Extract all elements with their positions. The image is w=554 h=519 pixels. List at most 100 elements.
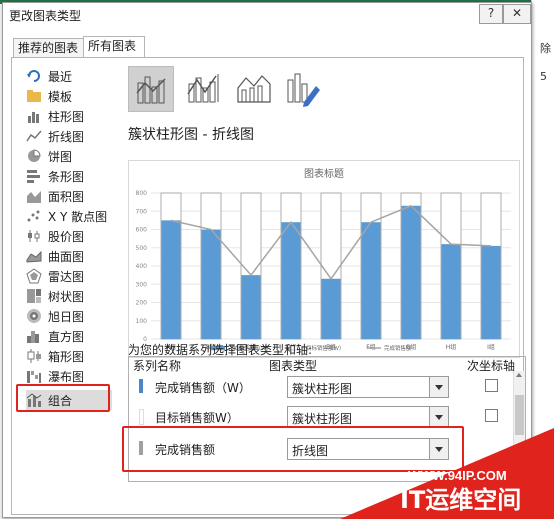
- chart-type-label: 股价图: [48, 230, 85, 244]
- y-tick-label: 700: [136, 208, 148, 215]
- box-chart-icon: [27, 349, 41, 363]
- secondary-axis-checkbox[interactable]: [485, 409, 498, 422]
- treemap-chart-icon: [27, 289, 41, 303]
- custom-combination-thumb[interactable]: [280, 66, 324, 110]
- chart-type-item-waterfall-chart[interactable]: 瀑布图: [26, 366, 112, 386]
- stock-chart-icon: [28, 230, 40, 242]
- histogram-chart-icon: [27, 331, 39, 343]
- scatter-chart-icon: [27, 210, 40, 222]
- recent-icon: [27, 70, 40, 82]
- scroll-up-icon[interactable]: [516, 373, 522, 377]
- y-tick-label: 600: [136, 227, 148, 234]
- sunburst-chart-icon: [27, 309, 41, 323]
- chart-type-item-pie-chart[interactable]: 饼图: [26, 146, 112, 166]
- surface-chart-icon: [26, 250, 42, 263]
- chart-preview: 图表标题0100200300400500600700800A组B组C组D组E组F…: [128, 160, 520, 358]
- chart-type-item-sunburst-chart[interactable]: 旭日图: [26, 306, 112, 326]
- chart-type-item-area-chart[interactable]: 面积图: [26, 186, 112, 206]
- chart-type-label: 箱形图: [48, 350, 85, 364]
- help-button[interactable]: ?: [479, 4, 503, 24]
- completed-bar: [201, 229, 221, 339]
- chart-type-item-radar-chart[interactable]: 雷达图: [26, 266, 112, 286]
- chart-type-label: 最近: [48, 70, 73, 84]
- chart-type-item-column-chart[interactable]: 柱形图: [26, 106, 112, 126]
- watermark-brand: IT运维空间: [400, 486, 521, 514]
- chart-type-item-stock-chart[interactable]: 股价图: [26, 226, 112, 246]
- chart-type-label: X Y 散点图: [48, 210, 108, 224]
- sheet-cell-text: 除: [540, 42, 551, 55]
- watermark: WWW.94IP.COM IT运维空间: [340, 428, 554, 519]
- x-tick-label: H组: [446, 343, 457, 351]
- clustered-column-line-icon: [136, 76, 166, 104]
- chart-type-label: 柱形图: [48, 110, 85, 124]
- chart-type-item-line-chart[interactable]: 折线图: [26, 126, 112, 146]
- dialog-title: 更改图表类型: [9, 9, 82, 23]
- series-color-swatch: [139, 409, 144, 425]
- series-row: 完成销售额（W） 簇状柱形图: [129, 373, 509, 401]
- column-line-secondary-icon: [187, 74, 219, 103]
- chart-type-select[interactable]: 簇状柱形图: [287, 406, 449, 428]
- legend-label: 完成销售额: [384, 344, 412, 352]
- chart-type-item-scatter-chart[interactable]: X Y 散点图: [26, 206, 112, 226]
- chart-type-item-recent[interactable]: 最近: [26, 66, 112, 86]
- chart-type-item-surface-chart[interactable]: 曲面图: [26, 246, 112, 266]
- chart-type-value: 簇状柱形图: [292, 382, 353, 396]
- header-series-name: 系列名称: [133, 359, 182, 373]
- chart-title: 图表标题: [304, 167, 344, 180]
- secondary-axis-checkbox[interactable]: [485, 379, 498, 392]
- completed-bar: [401, 205, 421, 339]
- chart-type-label: 面积图: [48, 190, 85, 204]
- chart-type-label: 折线图: [48, 130, 85, 144]
- chart-preview-svg: 图表标题0100200300400500600700800A组B组C组D组E组F…: [136, 167, 511, 352]
- column-line-secondary-axis-thumb[interactable]: [180, 66, 224, 110]
- chart-type-item-bar-chart[interactable]: 条形图: [26, 166, 112, 186]
- dialog-titlebar: 更改图表类型 ? ✕: [3, 3, 531, 25]
- chevron-down-icon[interactable]: [429, 407, 448, 427]
- chart-type-item-box-chart[interactable]: 箱形图: [26, 346, 112, 366]
- completed-bar: [441, 244, 461, 339]
- combo-highlight-box: [16, 384, 110, 412]
- chart-type-label: 饼图: [48, 150, 73, 164]
- stacked-area-column-thumb[interactable]: [232, 66, 276, 110]
- line-chart-icon: [26, 130, 42, 142]
- area-column-icon: [237, 75, 271, 103]
- chart-type-label: 曲面图: [48, 250, 85, 264]
- folder-icon: [27, 90, 41, 102]
- completed-bar: [161, 220, 181, 339]
- close-button[interactable]: ✕: [503, 4, 531, 24]
- completed-bar: [481, 245, 501, 339]
- waterfall-chart-icon: [27, 371, 41, 383]
- custom-combo-pencil-icon: [287, 73, 320, 107]
- chart-type-label: 条形图: [48, 170, 85, 184]
- area-chart-icon: [27, 191, 41, 203]
- column-chart-icon: [28, 112, 39, 123]
- y-tick-label: 300: [136, 281, 148, 288]
- completed-bar: [361, 222, 381, 339]
- chart-type-item-histogram-chart[interactable]: 直方图: [26, 326, 112, 346]
- y-tick-label: 500: [136, 245, 148, 252]
- tab-all-charts[interactable]: 所有图表: [83, 36, 145, 58]
- chart-type-value: 簇状柱形图: [292, 412, 353, 426]
- chart-type-label: 雷达图: [48, 270, 85, 284]
- completed-bar: [241, 275, 261, 339]
- chart-type-label: 直方图: [48, 330, 85, 344]
- tab-recommended-charts[interactable]: 推荐的图表: [13, 38, 85, 58]
- header-secondary-axis: 次坐标轴: [467, 359, 516, 373]
- chart-type-select[interactable]: 簇状柱形图: [287, 376, 449, 398]
- header-chart-type: 图表类型: [269, 359, 318, 373]
- chevron-down-icon[interactable]: [429, 377, 448, 397]
- chart-type-item-folder[interactable]: 模板: [26, 86, 112, 106]
- y-tick-label: 400: [136, 263, 148, 270]
- chart-type-item-treemap-chart[interactable]: 树状图: [26, 286, 112, 306]
- series-name: 完成销售额（W）: [155, 381, 251, 395]
- y-tick-label: 800: [136, 190, 148, 197]
- clustered-column-line-thumb[interactable]: [128, 66, 174, 112]
- combo-heading: 簇状柱形图 - 折线图: [128, 127, 254, 143]
- completed-bar: [321, 278, 341, 339]
- series-color-swatch: [139, 379, 143, 393]
- completed-bar: [281, 222, 301, 339]
- chart-type-label: 树状图: [48, 290, 85, 304]
- sheet-cell-text: 5: [540, 70, 547, 83]
- chart-type-label: 瀑布图: [48, 370, 85, 384]
- chart-type-label: 模板: [48, 90, 73, 104]
